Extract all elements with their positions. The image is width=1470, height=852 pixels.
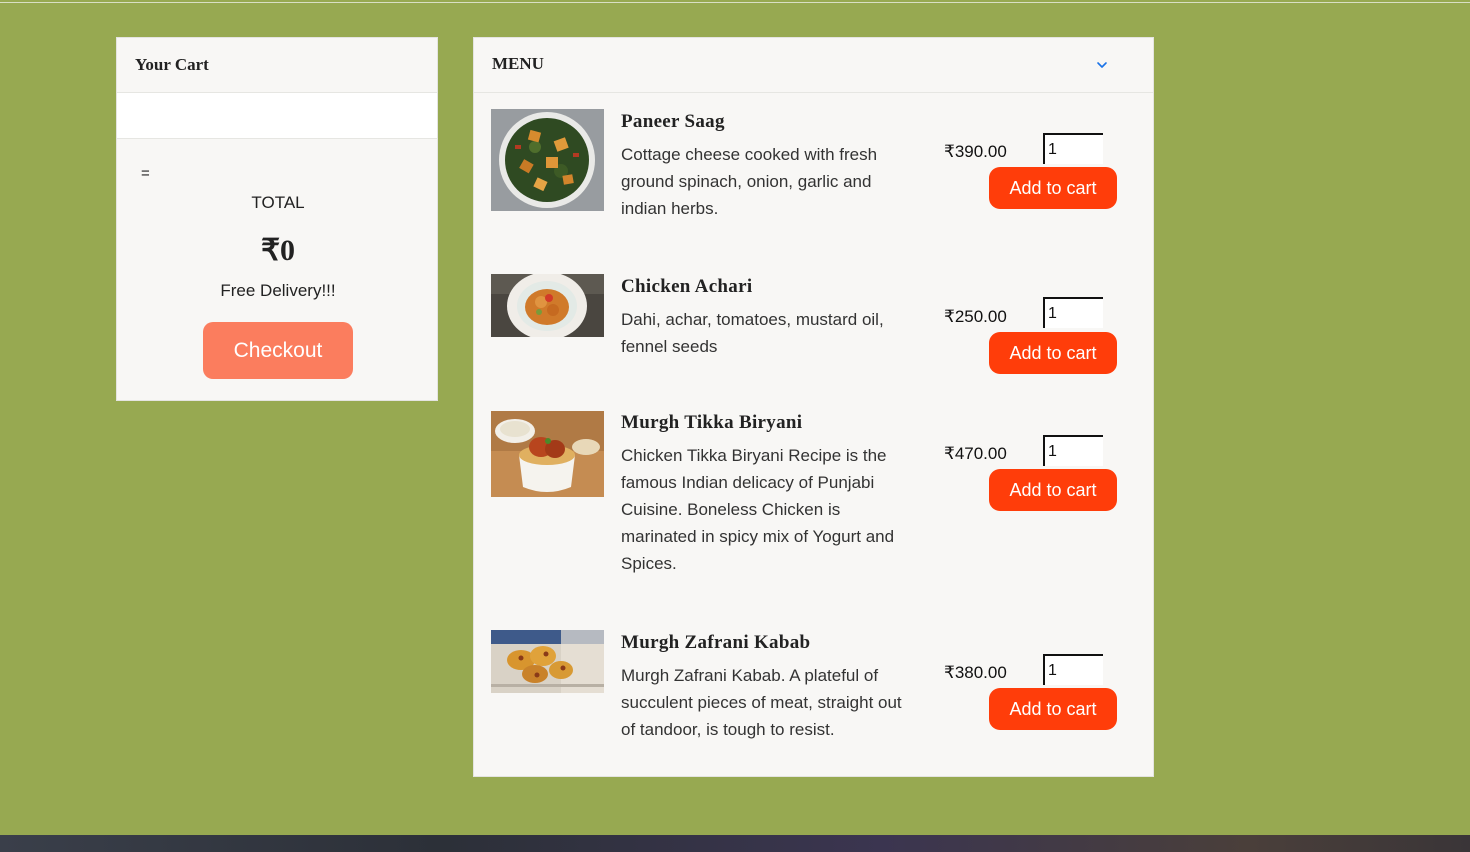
cart-items-list — [117, 93, 437, 139]
menu-panel: MENU Paneer Saag Cottage cheese cooked w… — [473, 37, 1154, 777]
taskbar-strip — [0, 835, 1470, 852]
chevron-down-icon[interactable] — [1094, 57, 1110, 73]
cart-equation: = — [141, 165, 150, 182]
item-price: ₹470.00 — [944, 444, 1007, 463]
item-name: Murgh Tikka Biryani — [621, 412, 803, 433]
item-price: ₹390.00 — [944, 142, 1007, 161]
add-to-cart-button[interactable]: Add to cart — [989, 469, 1117, 511]
cart-title: Your Cart — [117, 38, 437, 93]
item-description: Cottage cheese cooked with fresh ground … — [621, 145, 878, 218]
menu-header[interactable]: MENU — [474, 38, 1153, 93]
item-description: Chicken Tikka Biryani Recipe is the famo… — [621, 446, 895, 573]
total-amount: ₹0 — [260, 234, 296, 267]
food-image — [491, 109, 604, 211]
item-name: Paneer Saag — [621, 111, 725, 132]
add-to-cart-button[interactable]: Add to cart — [989, 332, 1117, 374]
food-image — [491, 630, 604, 693]
item-price: ₹380.00 — [944, 663, 1007, 682]
cart-panel: Your Cart = TOTAL ₹0 Free Delivery!!! Ch… — [116, 37, 438, 401]
checkout-button[interactable]: Checkout — [203, 322, 353, 379]
add-to-cart-button[interactable]: Add to cart — [989, 167, 1117, 209]
top-divider — [0, 2, 1470, 3]
quantity-input[interactable] — [1043, 133, 1103, 164]
quantity-input[interactable] — [1043, 435, 1103, 466]
menu-title: MENU — [492, 54, 544, 73]
delivery-note: Free Delivery!!! — [220, 281, 336, 300]
quantity-input[interactable] — [1043, 297, 1103, 328]
quantity-input[interactable] — [1043, 654, 1103, 685]
item-price: ₹250.00 — [944, 307, 1007, 326]
item-description: Murgh Zafrani Kabab. A plateful of succu… — [621, 666, 902, 739]
item-description: Dahi, achar, tomatoes, mustard oil, fenn… — [621, 310, 884, 356]
item-name: Murgh Zafrani Kabab — [621, 632, 811, 653]
item-name: Chicken Achari — [621, 276, 753, 297]
food-image — [491, 411, 604, 497]
total-label: TOTAL — [251, 193, 305, 212]
add-to-cart-button[interactable]: Add to cart — [989, 688, 1117, 730]
food-image — [491, 274, 604, 337]
